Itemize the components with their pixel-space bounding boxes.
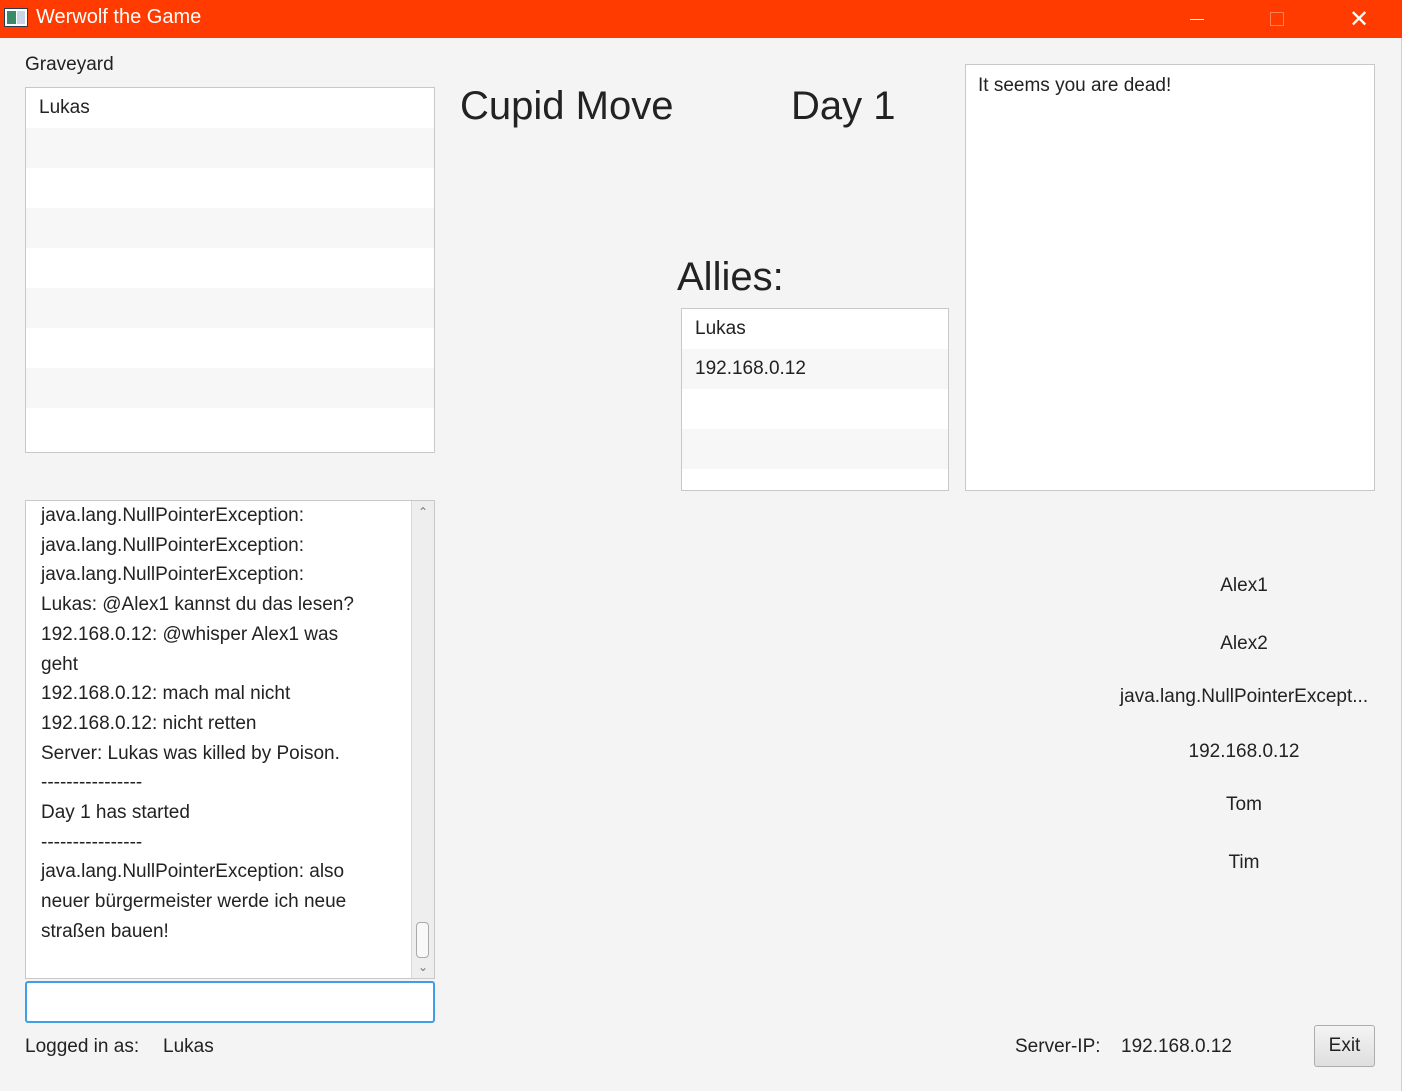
scroll-thumb[interactable] <box>416 922 429 958</box>
exit-button[interactable]: Exit <box>1314 1025 1375 1067</box>
graveyard-label: Graveyard <box>25 54 114 75</box>
graveyard-item[interactable]: Lukas <box>26 88 434 128</box>
logged-in-label: Logged in as: <box>25 1036 140 1057</box>
graveyard-item[interactable] <box>26 208 434 248</box>
chat-line: java.lang.NullPointerException: <box>41 505 304 526</box>
ally-item[interactable] <box>682 429 948 469</box>
status-message-box: It seems you are dead! <box>965 64 1375 491</box>
day-counter: Day 1 <box>791 84 896 128</box>
minimize-icon <box>1190 18 1204 20</box>
player-name[interactable]: java.lang.NullPointerExcept... <box>1094 686 1394 708</box>
chat-line: 192.168.0.12: @whisper Alex1 was <box>41 623 339 645</box>
chat-line: ---------------- <box>41 831 143 853</box>
chat-line: 192.168.0.12: nicht retten <box>41 712 257 734</box>
app-icon <box>4 8 28 27</box>
ally-item[interactable]: 192.168.0.12 <box>682 349 948 389</box>
allies-label: Allies: <box>677 255 784 299</box>
chat-line: neuer bürgermeister werde ich neue <box>41 891 347 913</box>
chat-line: straßen bauen! <box>41 920 169 942</box>
scroll-up-icon[interactable]: ⌃ <box>412 503 434 521</box>
chat-input[interactable] <box>25 981 435 1023</box>
chat-line: java.lang.NullPointerException: also <box>41 861 345 883</box>
graveyard-item[interactable] <box>26 168 434 208</box>
player-name[interactable]: Tim <box>1094 852 1394 874</box>
maximize-button[interactable] <box>1253 0 1301 38</box>
graveyard-list[interactable]: Lukas <box>25 87 435 453</box>
ally-item[interactable] <box>682 389 948 429</box>
chat-log[interactable]: java.lang.NullPointerException: java.lan… <box>25 500 435 979</box>
graveyard-item[interactable] <box>26 368 434 408</box>
player-name[interactable]: Tom <box>1094 794 1394 816</box>
phase-move-title: Cupid Move <box>460 84 674 128</box>
graveyard-item[interactable] <box>26 248 434 288</box>
title-bar: Werwolf the Game ✕ <box>0 0 1402 38</box>
close-button[interactable]: ✕ <box>1335 0 1383 38</box>
chat-line: java.lang.NullPointerException: <box>41 564 304 586</box>
graveyard-item[interactable] <box>26 288 434 328</box>
status-message: It seems you are dead! <box>978 75 1172 96</box>
player-name[interactable]: Alex2 <box>1094 633 1394 655</box>
graveyard-item[interactable] <box>26 128 434 168</box>
chat-line: Server: Lukas was killed by Poison. <box>41 742 340 764</box>
ally-item[interactable]: Lukas <box>682 309 948 349</box>
chat-line: java.lang.NullPointerException: <box>41 534 304 556</box>
logged-in-user: Lukas <box>163 1036 214 1057</box>
minimize-button[interactable] <box>1173 0 1221 38</box>
server-ip-value: 192.168.0.12 <box>1121 1036 1232 1057</box>
graveyard-item[interactable] <box>26 328 434 368</box>
chat-line: ---------------- <box>41 772 143 794</box>
server-ip-label: Server-IP: <box>1015 1036 1101 1057</box>
close-icon: ✕ <box>1348 5 1370 33</box>
allies-list[interactable]: Lukas 192.168.0.12 <box>681 308 949 491</box>
chat-line: geht <box>41 653 78 675</box>
window-title: Werwolf the Game <box>36 6 202 28</box>
maximize-icon <box>1270 12 1284 26</box>
chat-scrollbar[interactable]: ⌃ ⌄ <box>411 501 434 978</box>
graveyard-item[interactable] <box>26 408 434 448</box>
chat-line: Lukas: @Alex1 kannst du das lesen? <box>41 594 354 616</box>
chat-line: 192.168.0.12: mach mal nicht <box>41 683 291 705</box>
chat-line: Day 1 has started <box>41 802 190 824</box>
player-name[interactable]: 192.168.0.12 <box>1094 741 1394 763</box>
player-name[interactable]: Alex1 <box>1094 575 1394 597</box>
scroll-down-icon[interactable]: ⌄ <box>412 958 434 976</box>
